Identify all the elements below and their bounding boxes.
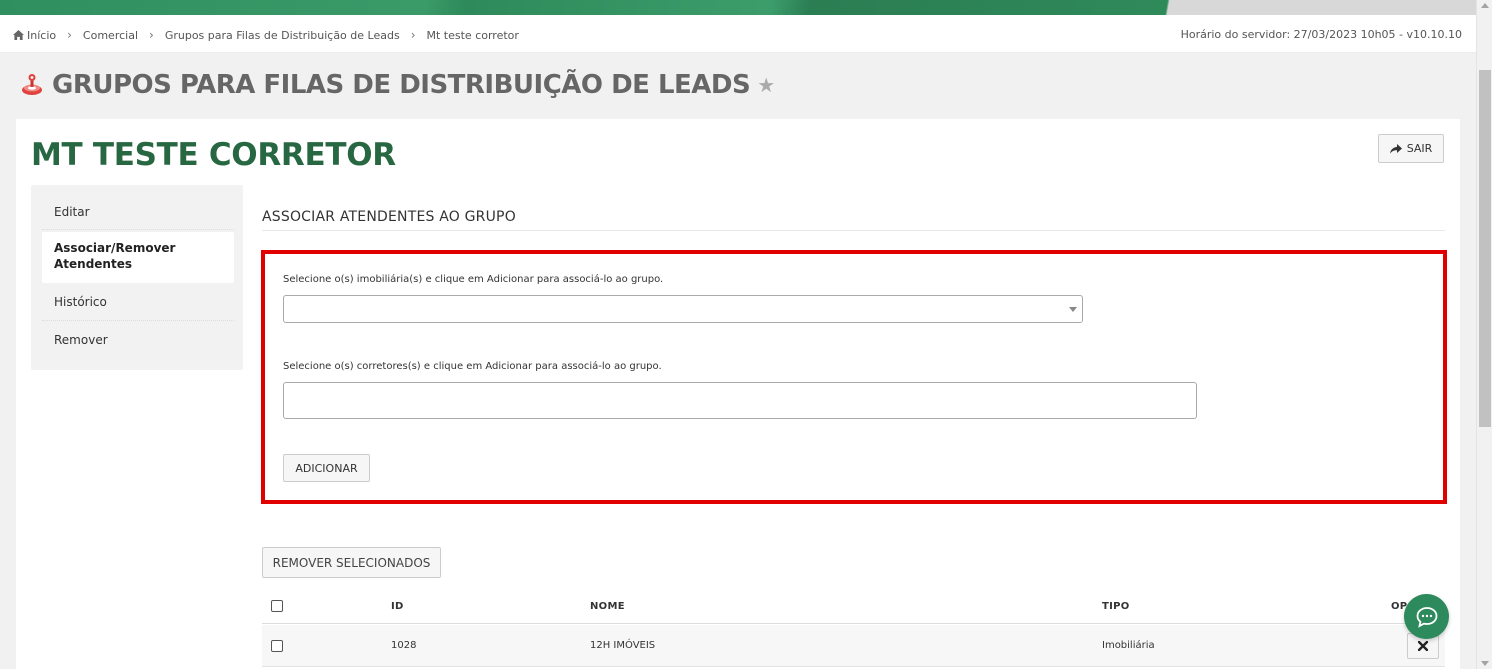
agencies-help-text: Selecione o(s) imobiliária(s) e clique e… — [283, 274, 664, 285]
sidebar-item-label: Remover — [54, 333, 108, 347]
sidebar-item-associate-remove[interactable]: Associar/Remover Atendentes — [42, 232, 234, 283]
page-header: GRUPOS PARA FILAS DE DISTRIBUIÇÃO DE LEA… — [20, 70, 775, 100]
top-accent-bar — [0, 0, 1476, 15]
chat-button[interactable] — [1404, 594, 1449, 639]
breadcrumb-item-current: Mt teste corretor — [426, 28, 519, 42]
column-header-type[interactable]: TIPO — [1102, 590, 1130, 624]
breadcrumb: Início › Comercial › Grupos para Filas d… — [13, 28, 519, 42]
column-header-id[interactable]: ID — [391, 590, 404, 624]
menu-divider — [42, 229, 234, 230]
sidebar-item-edit[interactable]: Editar — [42, 205, 234, 219]
add-button[interactable]: ADICIONAR — [283, 454, 370, 482]
section-divider — [262, 230, 1445, 231]
row-id: 1028 — [391, 640, 417, 651]
star-icon[interactable]: ★ — [757, 73, 775, 97]
sidebar-item-label: Histórico — [54, 295, 107, 309]
breadcrumb-item-comercial[interactable]: Comercial — [83, 29, 138, 42]
menu-divider — [42, 320, 234, 321]
scrollbar-thumb[interactable] — [1479, 70, 1491, 427]
close-icon — [1418, 641, 1428, 651]
breadcrumb-bar: Início › Comercial › Grupos para Filas d… — [0, 15, 1476, 53]
side-menu: Editar Associar/Remover Atendentes Histó… — [31, 185, 243, 370]
server-time: Horário do servidor: 27/03/2023 10h05 - … — [1180, 28, 1462, 41]
chat-bubble-icon — [1416, 606, 1437, 628]
leads-distribution-icon — [22, 74, 42, 95]
home-icon[interactable] — [13, 30, 24, 40]
brokers-help-text: Selecione o(s) corretores(s) e clique em… — [283, 361, 662, 372]
share-arrow-icon — [1389, 143, 1402, 153]
breadcrumb-item-groups[interactable]: Grupos para Filas de Distribuição de Lea… — [165, 29, 400, 42]
sidebar-item-label: Associar/Remover Atendentes — [54, 241, 176, 271]
section-title: ASSOCIAR ATENDENTES AO GRUPO — [262, 209, 516, 225]
chevron-down-icon[interactable] — [1069, 307, 1077, 312]
table-header: ID NOME TIPO OP — [262, 590, 1445, 624]
page-scrollbar[interactable] — [1476, 0, 1492, 669]
agencies-select[interactable] — [283, 295, 1083, 323]
column-header-name[interactable]: NOME — [590, 590, 625, 624]
breadcrumb-separator-icon: › — [149, 28, 154, 42]
associate-form-highlight: Selecione o(s) imobiliária(s) e clique e… — [261, 250, 1447, 504]
row-type: Imobiliária — [1102, 640, 1155, 651]
row-name: 12H IMÓVEIS — [590, 640, 656, 651]
content-card: MT TESTE CORRETOR SAIR Editar Associar/R… — [16, 119, 1460, 669]
breadcrumb-separator-icon: › — [67, 28, 72, 42]
entity-title: MT TESTE CORRETOR — [31, 137, 396, 173]
row-checkbox[interactable] — [271, 640, 283, 652]
brokers-input[interactable] — [283, 382, 1197, 419]
exit-button-label: SAIR — [1406, 142, 1433, 155]
exit-button[interactable]: SAIR — [1378, 134, 1444, 163]
page-title: GRUPOS PARA FILAS DE DISTRIBUIÇÃO DE LEA… — [52, 70, 751, 100]
sidebar-item-remove[interactable]: Remover — [42, 333, 234, 347]
sidebar-item-label: Editar — [54, 205, 90, 219]
breadcrumb-separator-icon: › — [410, 28, 416, 42]
remove-selected-button[interactable]: REMOVER SELECIONADOS — [262, 547, 441, 578]
scroll-down-icon[interactable] — [1481, 661, 1489, 666]
scroll-up-icon[interactable] — [1481, 3, 1489, 8]
breadcrumb-item-home[interactable]: Início — [27, 29, 56, 42]
select-all-checkbox[interactable] — [271, 600, 283, 612]
table-row: 1028 12H IMÓVEIS Imobiliária — [262, 625, 1445, 667]
sidebar-item-history[interactable]: Histórico — [42, 295, 234, 309]
